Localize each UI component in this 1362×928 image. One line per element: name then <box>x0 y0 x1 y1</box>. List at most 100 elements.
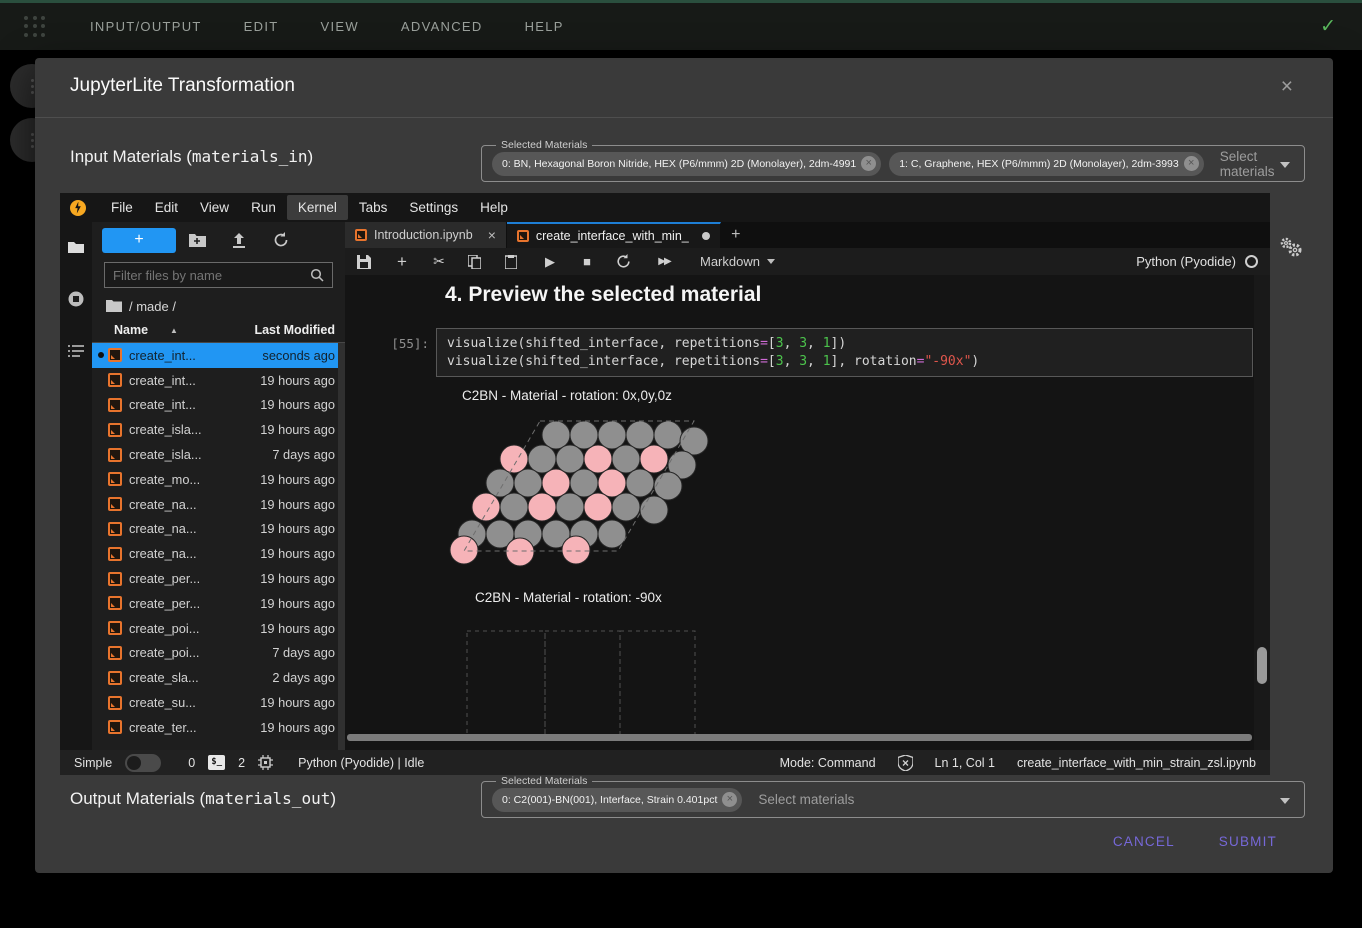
breadcrumb[interactable]: / made / <box>92 294 345 318</box>
menu-help[interactable]: HELP <box>525 19 564 34</box>
submit-button[interactable]: SUBMIT <box>1219 834 1277 849</box>
jupyter-menu-kernel[interactable]: Kernel <box>287 195 348 220</box>
file-row[interactable]: create_int...seconds ago <box>92 343 345 368</box>
file-list-scrollbar[interactable] <box>338 343 345 750</box>
material-chip[interactable]: 1: C, Graphene, HEX (P6/mmm) 2D (Monolay… <box>889 152 1204 176</box>
menu-input-output[interactable]: INPUT/OUTPUT <box>90 19 202 34</box>
file-row[interactable]: create_na...19 hours ago <box>92 517 345 542</box>
material-plot-rotated <box>460 624 705 737</box>
file-row[interactable]: create_poi...19 hours ago <box>92 616 345 641</box>
plot2-title: C2BN - Material - rotation: -90x <box>475 590 662 605</box>
kernel-status-icon[interactable] <box>1245 255 1258 268</box>
menu-advanced[interactable]: ADVANCED <box>401 19 483 34</box>
filter-files-box <box>104 262 333 288</box>
file-row[interactable]: create_poi...7 days ago <box>92 641 345 666</box>
jupyter-menu-help[interactable]: Help <box>469 195 519 220</box>
chip-delete-icon[interactable]: × <box>722 792 737 807</box>
refresh-icon[interactable] <box>260 232 302 248</box>
restart-kernel-icon[interactable] <box>616 254 632 269</box>
notebook-content[interactable]: 4. Preview the selected material [55]: v… <box>345 275 1270 750</box>
jupyter-menu-view[interactable]: View <box>189 195 240 220</box>
column-name[interactable]: Name <box>114 323 148 337</box>
output-materials-select[interactable]: Selected Materials 0: C2(001)-BN(001), I… <box>481 781 1305 818</box>
new-folder-icon[interactable] <box>176 233 218 247</box>
code-cell[interactable]: visualize(shifted_interface, repetitions… <box>436 328 1253 377</box>
cell-type-value: Markdown <box>700 254 760 269</box>
copy-cell-icon[interactable] <box>468 255 484 269</box>
close-icon[interactable]: × <box>1281 76 1293 97</box>
file-row[interactable]: create_per...19 hours ago <box>92 566 345 591</box>
file-list-header[interactable]: Name ▲ Last Modified <box>92 318 345 343</box>
jupyter-menu-file[interactable]: File <box>100 195 144 220</box>
file-name: create_int... <box>129 397 196 412</box>
jupyter-menu-tabs[interactable]: Tabs <box>348 195 399 220</box>
file-row[interactable]: create_int...19 hours ago <box>92 393 345 418</box>
file-row[interactable]: create_mo...19 hours ago <box>92 467 345 492</box>
material-chip[interactable]: 0: C2(001)-BN(001), Interface, Strain 0.… <box>492 788 742 812</box>
file-row[interactable]: create_na...19 hours ago <box>92 541 345 566</box>
menu-edit[interactable]: EDIT <box>244 19 279 34</box>
settings-gears-icon[interactable] <box>1278 236 1304 260</box>
file-list: create_int...seconds agocreate_int...19 … <box>92 343 345 750</box>
tab-close-icon[interactable]: × <box>488 227 496 243</box>
file-row[interactable]: create_sla...2 days ago <box>92 665 345 690</box>
cut-cell-icon[interactable]: ✂ <box>431 253 447 270</box>
cell-type-dropdown[interactable]: Markdown <box>700 254 775 269</box>
kernels-count[interactable]: 2 <box>238 756 245 770</box>
material-chip[interactable]: 0: BN, Hexagonal Boron Nitride, HEX (P6/… <box>492 152 881 176</box>
file-row[interactable]: create_per...19 hours ago <box>92 591 345 616</box>
file-row[interactable]: create_isla...7 days ago <box>92 442 345 467</box>
atom-gray <box>528 445 556 473</box>
chevron-down-icon[interactable] <box>1280 798 1290 804</box>
chip-delete-icon[interactable]: × <box>861 156 876 171</box>
stop-kernel-icon[interactable]: ■ <box>579 254 595 269</box>
new-tab-icon[interactable]: + <box>721 222 751 248</box>
run-cell-icon[interactable]: ▶ <box>542 254 558 270</box>
markdown-heading[interactable]: 4. Preview the selected material <box>445 283 761 307</box>
running-sessions-icon[interactable] <box>67 290 85 308</box>
terminals-count[interactable]: 0 <box>188 756 195 770</box>
file-browser-icon[interactable] <box>67 238 85 256</box>
chevron-down-icon[interactable] <box>1280 162 1290 168</box>
filter-files-input[interactable] <box>113 268 310 283</box>
file-name: create_poi... <box>129 621 199 636</box>
active-filename[interactable]: create_interface_with_min_strain_zsl.ipy… <box>1017 756 1256 770</box>
column-last-modified[interactable]: Last Modified <box>254 323 335 337</box>
file-row[interactable]: create_isla...19 hours ago <box>92 417 345 442</box>
cancel-button[interactable]: CANCEL <box>1113 834 1175 849</box>
input-materials-select[interactable]: Selected Materials 0: BN, Hexagonal Boro… <box>481 145 1305 182</box>
tab-create-interface-with-min[interactable]: create_interface_with_min_ <box>507 222 721 248</box>
folder-icon <box>106 300 122 312</box>
sort-asc-icon: ▲ <box>170 326 178 335</box>
vertical-scrollbar-thumb[interactable] <box>1257 647 1267 684</box>
chip-delete-icon[interactable]: × <box>1184 156 1199 171</box>
upload-icon[interactable] <box>218 233 260 248</box>
apps-grid-icon[interactable] <box>24 16 46 38</box>
atom-gray <box>612 493 640 521</box>
paste-cell-icon[interactable] <box>505 255 521 269</box>
cursor-position[interactable]: Ln 1, Col 1 <box>935 756 995 770</box>
tab-introduction-ipynb[interactable]: Introduction.ipynb× <box>345 222 507 248</box>
file-row[interactable]: create_ter...19 hours ago <box>92 715 345 740</box>
add-cell-icon[interactable]: + <box>394 252 410 272</box>
restart-run-all-icon[interactable]: ▶▶ <box>653 256 675 267</box>
table-of-contents-icon[interactable] <box>67 342 85 360</box>
file-row[interactable]: create_su...19 hours ago <box>92 690 345 715</box>
notebook-icon <box>108 522 122 536</box>
file-name: create_ter... <box>129 720 197 735</box>
mode-indicator[interactable]: Mode: Command <box>780 756 876 770</box>
menu-view[interactable]: VIEW <box>320 19 358 34</box>
kernel-status-text[interactable]: Python (Pyodide) | Idle <box>298 756 424 770</box>
jupyter-menu-settings[interactable]: Settings <box>398 195 469 220</box>
simple-mode-toggle[interactable] <box>125 754 161 772</box>
plot1-title: C2BN - Material - rotation: 0x,0y,0z <box>462 388 672 403</box>
notebook-icon <box>108 547 122 561</box>
save-icon[interactable] <box>357 255 373 269</box>
jupyter-menu-run[interactable]: Run <box>240 195 287 220</box>
horizontal-scrollbar[interactable] <box>347 734 1252 741</box>
new-launcher-button[interactable]: + <box>102 228 176 253</box>
jupyter-menu-edit[interactable]: Edit <box>144 195 189 220</box>
file-row[interactable]: create_na...19 hours ago <box>92 492 345 517</box>
file-name: create_su... <box>129 695 196 710</box>
file-row[interactable]: create_int...19 hours ago <box>92 368 345 393</box>
